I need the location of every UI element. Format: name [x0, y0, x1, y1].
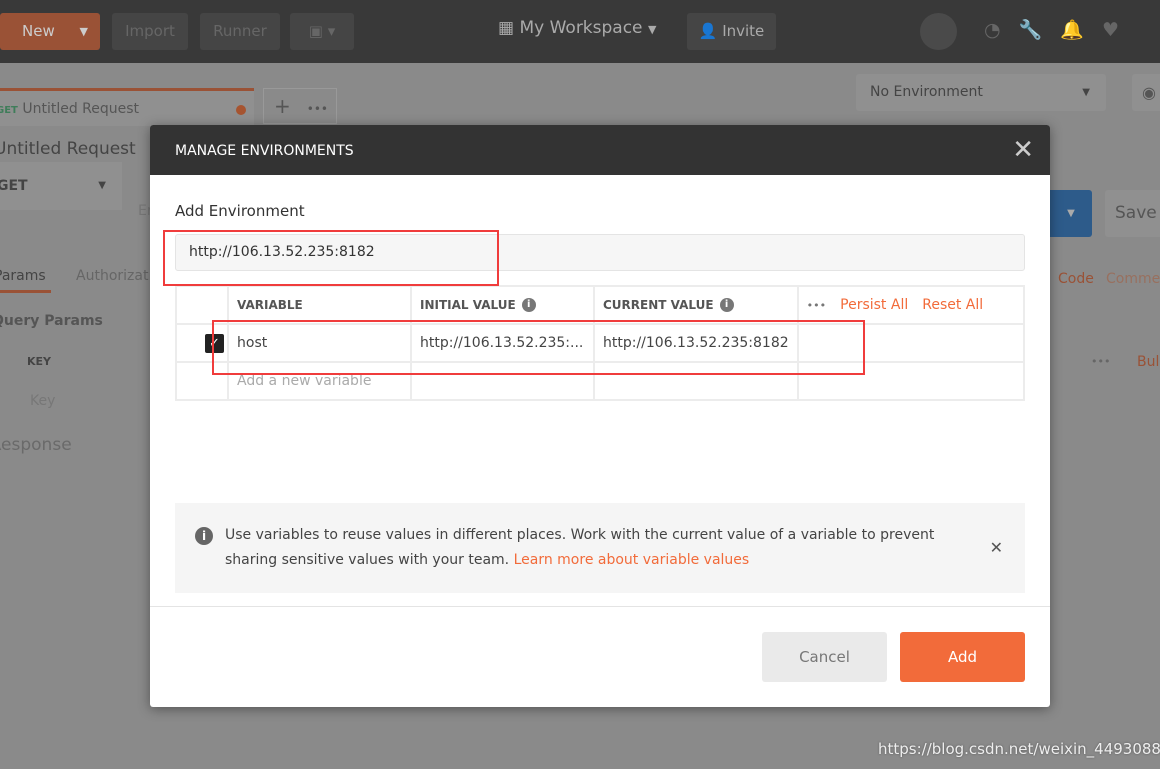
import-button[interactable]: Import	[112, 13, 188, 50]
chevron-down-icon: ▼	[79, 25, 88, 38]
learn-more-link[interactable]: Learn more about variable values	[514, 552, 750, 568]
request-tab[interactable]: GET Untitled Request	[0, 88, 254, 126]
bell-icon[interactable]: 🔔	[1060, 19, 1102, 41]
add-window-icon: ▣ ▾	[308, 22, 336, 40]
workspace-switcher[interactable]: ▦ My Workspace ▼	[498, 18, 656, 38]
environment-value: No Environment	[870, 84, 983, 100]
new-label: New	[22, 22, 55, 40]
more-icon[interactable]: •••	[291, 102, 328, 116]
save-button[interactable]: Save	[1105, 190, 1160, 237]
initial-value-header: INITIAL VALUE i	[410, 285, 595, 325]
top-bar: New ▼ Import Runner ▣ ▾ ▦ My Workspace ▼ …	[0, 0, 1160, 63]
comments-link[interactable]: Comme	[1106, 271, 1160, 287]
method-value: GET	[0, 178, 28, 194]
response-heading: Response	[0, 435, 72, 455]
chevron-down-icon: ▼	[1082, 87, 1090, 98]
chevron-down-icon: ▼	[647, 23, 657, 36]
new-window-button[interactable]: ▣ ▾	[290, 13, 354, 50]
method-badge: GET	[0, 105, 18, 116]
invite-button[interactable]: 👤 Invite	[687, 13, 776, 50]
method-select[interactable]: GET ▼	[0, 162, 122, 210]
toolbar-icons: ◔🔧🔔♥	[984, 18, 1137, 41]
highlight-box	[163, 230, 499, 286]
heart-icon[interactable]: ♥	[1102, 19, 1137, 41]
info-icon[interactable]: i	[521, 298, 536, 313]
add-environment-label: Add Environment	[175, 202, 305, 220]
watermark: https://blog.csdn.net/weixin_44930886	[878, 740, 1160, 758]
wrench-icon[interactable]: 🔧	[1019, 19, 1061, 41]
info-banner: i Use variables to reuse values in diffe…	[175, 503, 1025, 593]
header-actions: ••• Persist All Reset All	[796, 285, 1026, 325]
add-tab-button[interactable]: +	[264, 94, 291, 118]
add-button[interactable]: Add	[900, 632, 1025, 682]
modal-title: MANAGE ENVIRONMENTS	[175, 143, 354, 159]
new-button[interactable]: New ▼	[0, 13, 100, 50]
persist-all-link[interactable]: Persist All	[840, 297, 908, 313]
sync-icon[interactable]	[920, 13, 957, 50]
eye-icon[interactable]: ◉	[1132, 74, 1160, 111]
divider	[150, 606, 1050, 607]
info-icon: i	[195, 527, 213, 545]
tab-params[interactable]: Params	[0, 268, 51, 293]
invite-label: Invite	[722, 22, 765, 40]
more-icon[interactable]: •••	[1091, 355, 1110, 368]
tab-actions: + •••	[263, 88, 337, 124]
close-icon[interactable]: ✕	[1012, 135, 1034, 165]
key-input[interactable]: Key	[30, 393, 55, 409]
grid-icon: ▦	[498, 18, 515, 38]
table-header: VARIABLE INITIAL VALUE i CURRENT VALUE i •…	[175, 285, 1026, 325]
runner-button[interactable]: Runner	[200, 13, 280, 50]
code-link[interactable]: Code	[1058, 271, 1094, 287]
request-title: Untitled Request	[0, 139, 136, 159]
more-icon[interactable]: •••	[807, 299, 826, 312]
manage-environments-modal: MANAGE ENVIRONMENTS ✕ Add Environment htt…	[150, 125, 1050, 707]
query-params-heading: Query Params	[0, 313, 103, 329]
unsaved-dot-icon	[236, 105, 246, 115]
cancel-button[interactable]: Cancel	[762, 632, 887, 682]
key-header: KEY	[27, 355, 52, 368]
modal-header: MANAGE ENVIRONMENTS ✕	[150, 125, 1050, 175]
current-value-header: CURRENT VALUE i	[593, 285, 799, 325]
workspace-name: My Workspace	[519, 18, 643, 38]
bulk-edit-link[interactable]: Bul	[1137, 354, 1159, 370]
dismiss-icon[interactable]: ✕	[990, 535, 1003, 560]
variable-header: VARIABLE	[227, 285, 412, 325]
add-user-icon: 👤	[698, 22, 718, 40]
chevron-down-icon: ▼	[98, 180, 106, 191]
info-icon[interactable]: i	[719, 298, 734, 313]
environment-select[interactable]: No Environment ▼	[856, 74, 1106, 111]
tab-authorization[interactable]: Authorizat	[76, 268, 148, 284]
send-dropdown-button[interactable]: ▼	[1050, 190, 1092, 237]
tab-title: Untitled Request	[22, 101, 140, 117]
highlight-box	[212, 320, 865, 375]
satellite-icon[interactable]: ◔	[984, 19, 1019, 41]
reset-all-link[interactable]: Reset All	[922, 297, 983, 313]
